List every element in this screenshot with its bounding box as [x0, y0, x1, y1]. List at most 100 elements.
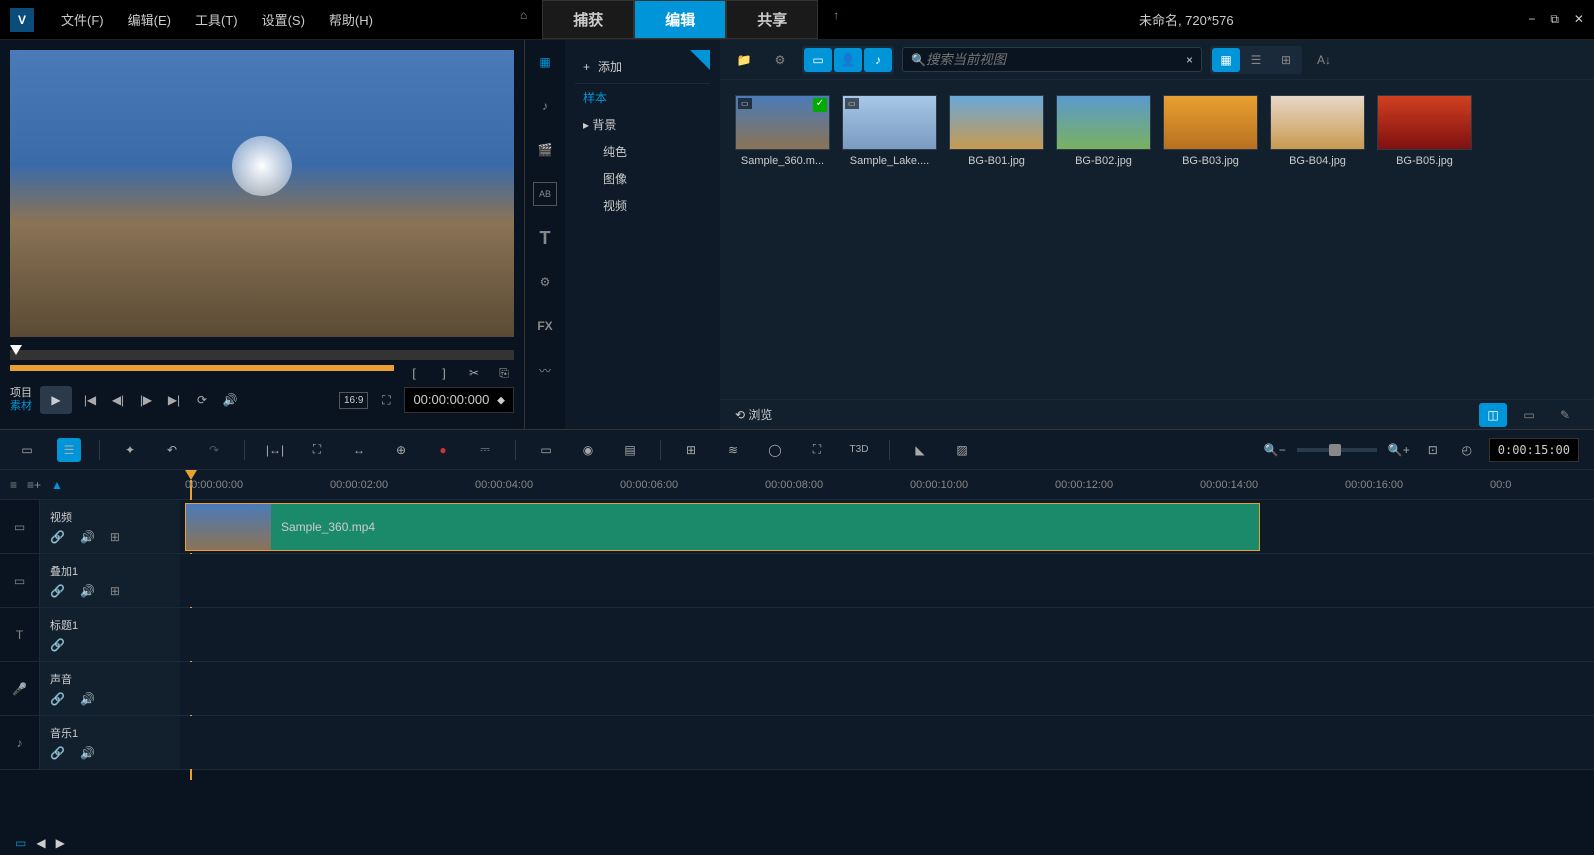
3d-title-icon[interactable]: T3D: [847, 438, 871, 462]
maximize-icon[interactable]: ⧉: [1550, 12, 1559, 27]
view-grid-icon[interactable]: ⊞: [1272, 48, 1300, 72]
transition-tab-icon[interactable]: AB: [533, 182, 557, 206]
upload-icon[interactable]: ↑: [818, 0, 854, 39]
video-tab-icon[interactable]: 🎬: [533, 138, 557, 162]
fit-screen-icon[interactable]: ⛶: [305, 438, 329, 462]
expand-icon[interactable]: ⛶: [376, 393, 396, 408]
panel-edit-icon[interactable]: ✎: [1551, 403, 1579, 427]
fx-tab-icon[interactable]: FX: [533, 314, 557, 338]
filter-audio-icon[interactable]: ♪: [864, 48, 892, 72]
repeat-icon[interactable]: ⟳: [192, 393, 212, 407]
mute-icon[interactable]: 🔊: [80, 530, 95, 544]
title-tab-icon[interactable]: T: [533, 226, 557, 250]
preview-mode-label[interactable]: 项目 素材: [10, 387, 32, 413]
volume-icon[interactable]: 🔊: [220, 393, 240, 407]
project-duration[interactable]: 0:00:15:00: [1489, 438, 1579, 462]
link-icon[interactable]: 🔗: [50, 530, 65, 544]
fit-width-icon[interactable]: |↔|: [263, 438, 287, 462]
track-title-icon[interactable]: T: [0, 608, 40, 661]
mark-in-icon[interactable]: [: [404, 366, 424, 380]
zoom-out-icon[interactable]: 🔍−: [1263, 438, 1287, 462]
tree-solid[interactable]: 纯色: [595, 138, 710, 165]
view-list-icon[interactable]: ☰: [1242, 48, 1270, 72]
library-item[interactable]: BG-B01.jpg: [949, 95, 1044, 167]
menu-tools[interactable]: 工具(T): [183, 10, 250, 29]
first-frame-icon[interactable]: |◀: [80, 393, 100, 407]
trim-bar[interactable]: [10, 365, 394, 371]
snap-icon[interactable]: ⊕: [389, 438, 413, 462]
link-icon[interactable]: 🔗: [50, 638, 65, 652]
aspect-ratio[interactable]: 16:9: [339, 392, 368, 409]
copy-icon[interactable]: ⎘: [494, 366, 514, 381]
mute-icon[interactable]: 🔊: [80, 692, 95, 706]
menu-file[interactable]: 文件(F): [49, 10, 116, 29]
home-icon[interactable]: ⌂: [505, 0, 542, 39]
panel-toggle-2-icon[interactable]: ▭: [1515, 403, 1543, 427]
browse-button[interactable]: ⟲ 浏览: [735, 406, 772, 423]
filter-photo-icon[interactable]: 👤: [834, 48, 862, 72]
subtitle-icon[interactable]: ▤: [618, 438, 642, 462]
scrub-bar[interactable]: [10, 350, 514, 360]
adjust-icon[interactable]: ▨: [950, 438, 974, 462]
track-video-icon[interactable]: ▭: [0, 500, 40, 553]
motion-icon[interactable]: ≋: [721, 438, 745, 462]
grid-icon[interactable]: ⊞: [110, 530, 120, 544]
scroll-left-icon[interactable]: ◀: [36, 836, 45, 850]
menu-settings[interactable]: 设置(S): [250, 10, 317, 29]
menu-edit[interactable]: 编辑(E): [116, 10, 183, 29]
grid-icon[interactable]: ⊞: [110, 584, 120, 598]
overlay-icon[interactable]: ◉: [576, 438, 600, 462]
link-icon[interactable]: 🔗: [50, 692, 65, 706]
clear-search-icon[interactable]: ×: [1186, 53, 1193, 67]
tracking-icon[interactable]: ◯: [763, 438, 787, 462]
tab-edit[interactable]: 编辑: [634, 0, 726, 39]
fx-toggle-icon[interactable]: ✦: [118, 438, 142, 462]
scroll-right-icon[interactable]: ▶: [56, 836, 65, 850]
next-frame-icon[interactable]: |▶: [136, 393, 156, 407]
undo-icon[interactable]: ↶: [160, 438, 184, 462]
graphic-tab-icon[interactable]: ⚙: [533, 270, 557, 294]
menu-help[interactable]: 帮助(H): [317, 10, 385, 29]
split-h-icon[interactable]: ↔: [347, 438, 371, 462]
track-music-icon[interactable]: ♪: [0, 716, 40, 769]
track-voice-icon[interactable]: 🎤: [0, 662, 40, 715]
mute-icon[interactable]: 🔊: [80, 746, 95, 760]
settings-gear-icon[interactable]: ⚙: [766, 48, 794, 72]
tab-capture[interactable]: 捕获: [542, 0, 634, 39]
crop-icon[interactable]: ⛶: [805, 438, 829, 462]
pin-icon[interactable]: [690, 50, 710, 70]
chapter-icon[interactable]: ▭: [534, 438, 558, 462]
mask-icon[interactable]: ◣: [908, 438, 932, 462]
prev-frame-icon[interactable]: ◀|: [108, 393, 128, 407]
scroll-toggle-icon[interactable]: ▭: [15, 836, 26, 850]
tab-share[interactable]: 共享: [726, 0, 818, 39]
cut-icon[interactable]: ✂: [464, 366, 484, 380]
search-input[interactable]: [926, 52, 1186, 67]
record-icon[interactable]: ●: [431, 438, 455, 462]
link-icon[interactable]: 🔗: [50, 584, 65, 598]
multiview-icon[interactable]: ⊞: [679, 438, 703, 462]
library-item[interactable]: BG-B05.jpg: [1377, 95, 1472, 167]
play-button[interactable]: ▶: [40, 386, 72, 414]
duration-icon[interactable]: ◴: [1455, 438, 1479, 462]
tree-image[interactable]: 图像: [595, 165, 710, 192]
filter-video-icon[interactable]: ▭: [804, 48, 832, 72]
library-item[interactable]: BG-B04.jpg: [1270, 95, 1365, 167]
library-item[interactable]: BG-B03.jpg: [1163, 95, 1258, 167]
link-icon[interactable]: 🔗: [50, 746, 65, 760]
zoom-slider[interactable]: [1297, 448, 1377, 452]
search-box[interactable]: 🔍 ×: [902, 47, 1202, 72]
media-tab-icon[interactable]: ▦: [533, 50, 557, 74]
minimize-icon[interactable]: −: [1528, 12, 1535, 27]
close-icon[interactable]: ✕: [1574, 12, 1584, 27]
tree-sample[interactable]: 样本: [575, 84, 710, 111]
library-item[interactable]: ▭Sample_360.m...: [735, 95, 830, 167]
timeline-ruler[interactable]: 00:00:00:0000:00:02:0000:00:04:0000:00:0…: [180, 470, 1594, 499]
timecode[interactable]: 00:00:00:000 ◆: [404, 387, 514, 413]
preview-video[interactable]: [10, 50, 514, 337]
track-add-icon[interactable]: ≡+: [27, 478, 41, 492]
zoom-in-icon[interactable]: 🔍+: [1387, 438, 1411, 462]
panel-toggle-1-icon[interactable]: ◫: [1479, 403, 1507, 427]
mute-icon[interactable]: 🔊: [80, 584, 95, 598]
import-folder-icon[interactable]: 📁: [730, 48, 758, 72]
